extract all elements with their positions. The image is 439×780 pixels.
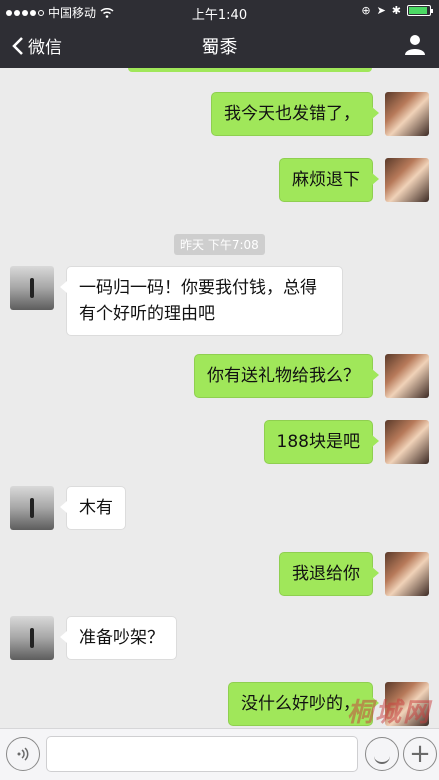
bluetooth-icon: ✱ [391, 4, 401, 17]
contact-avatar[interactable] [10, 266, 54, 310]
back-button[interactable]: 微信 [12, 33, 62, 58]
status-bar: 中国移动 上午1:40 ⊕ ➤ ✱ [0, 0, 439, 23]
message-input[interactable] [46, 736, 358, 772]
back-label: 微信 [28, 38, 62, 58]
message-bubble-mine[interactable]: 你有送礼物给我么？ [194, 354, 379, 398]
message-bubble-contact[interactable]: 准备吵架？ [60, 616, 177, 660]
message-bubble-mine[interactable]: 我今天也发错了， [211, 92, 379, 136]
input-bar: + [0, 728, 439, 780]
chat-area[interactable]: 我今天也发错了， 麻烦退下 昨天 下午7:08 一码归一码！你要我付钱，总得有个… [0, 68, 439, 728]
message-bubble-contact[interactable]: 木有 [60, 486, 126, 530]
nav-bar: 微信 蜀黍 [0, 22, 439, 68]
my-avatar[interactable] [385, 420, 429, 464]
message-bubble-mine[interactable]: 188块是吧 [263, 420, 380, 464]
my-avatar[interactable] [385, 552, 429, 596]
message-timestamp: 昨天 下午7:08 [174, 234, 265, 255]
voice-icon[interactable] [6, 737, 40, 771]
voice-waves-icon [17, 747, 29, 761]
message-bubble-mine[interactable]: 我退给你 [279, 552, 379, 596]
message-bubble-contact[interactable]: 一码归一码！你要我付钱，总得有个好听的理由吧 [60, 266, 343, 336]
rotation-lock-icon: ⊕ [361, 4, 371, 17]
previous-message-fragment [128, 68, 372, 72]
chat-title: 蜀黍 [0, 33, 439, 59]
person-icon[interactable] [403, 32, 427, 56]
my-avatar[interactable] [385, 158, 429, 202]
my-avatar[interactable] [385, 92, 429, 136]
message-bubble-mine[interactable]: 麻烦退下 [279, 158, 379, 202]
message-bubble-mine[interactable]: 没什么好吵的， [228, 682, 379, 726]
plus-icon[interactable]: + [403, 737, 437, 771]
my-avatar[interactable] [385, 354, 429, 398]
top-bar: 中国移动 上午1:40 ⊕ ➤ ✱ 微信 蜀黍 [0, 0, 439, 68]
my-avatar[interactable] [385, 682, 429, 726]
chevron-left-icon [12, 36, 23, 55]
battery-icon [407, 5, 433, 16]
contact-avatar[interactable] [10, 616, 54, 660]
contact-avatar[interactable] [10, 486, 54, 530]
emoji-icon[interactable] [365, 737, 399, 771]
chat-title-text: 蜀黍 [201, 37, 238, 58]
status-right: ⊕ ➤ ✱ [361, 4, 433, 17]
location-icon: ➤ [376, 4, 386, 17]
